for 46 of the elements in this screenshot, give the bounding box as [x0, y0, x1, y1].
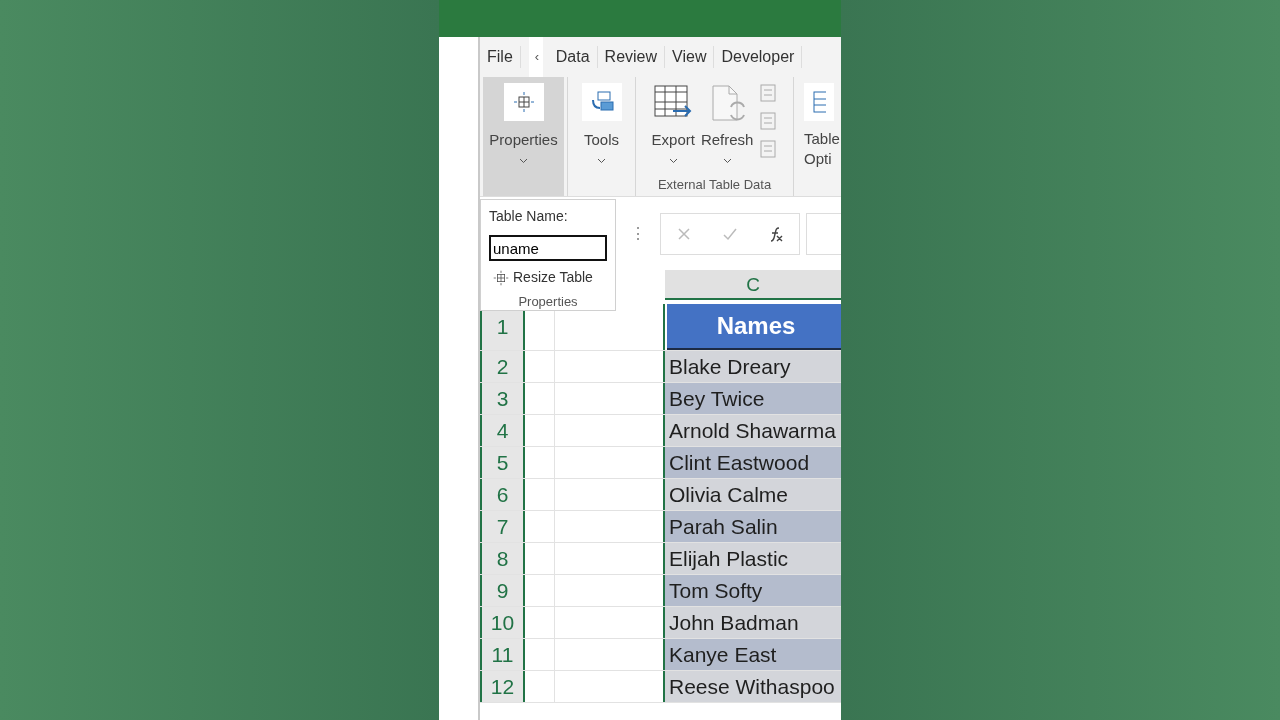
- ribbon-tab[interactable]: View: [665, 46, 715, 68]
- table-icon: [812, 90, 826, 114]
- function-icon[interactable]: [768, 225, 784, 242]
- table-resize-icon: [512, 91, 535, 113]
- list-icon[interactable]: [758, 83, 779, 103]
- field-label: Table Name:: [489, 207, 569, 226]
- row-header[interactable]: 10: [480, 607, 525, 638]
- table-resize-icon: [493, 269, 509, 286]
- row-header[interactable]: 7: [480, 511, 525, 542]
- table-cell: Olivia Calme: [665, 479, 841, 510]
- ribbon-tab[interactable]: Data: [548, 46, 598, 68]
- table-name-field[interactable]: uname: [489, 235, 607, 261]
- table-cell: Tom Softy: [665, 575, 841, 606]
- column-header[interactable]: C: [665, 270, 841, 300]
- row-header[interactable]: 3: [480, 383, 525, 414]
- grip-icon: ⋮: [630, 221, 646, 246]
- scroll-left-button[interactable]: ‹: [528, 37, 543, 77]
- table-cell: Blake Dreary: [665, 351, 841, 382]
- ribbon-tab[interactable]: Developer: [714, 46, 803, 68]
- ribbon-tab[interactable]: File: [480, 46, 521, 68]
- table-cell: Elijah Plastic: [665, 543, 841, 574]
- row-header[interactable]: 6: [480, 479, 525, 510]
- table-cell: Clint Eastwood: [665, 447, 841, 478]
- row-header[interactable]: 5: [480, 447, 525, 478]
- row-header[interactable]: 4: [480, 415, 525, 446]
- row-header[interactable]: 12: [480, 671, 525, 702]
- table-cell: Arnold Shawarma: [665, 415, 841, 446]
- row-header[interactable]: 11: [480, 639, 525, 670]
- table-cell: Reese Withaspoo: [665, 671, 841, 702]
- table-cell: Kanye East: [665, 639, 841, 670]
- tools-button[interactable]: Tools: [575, 77, 628, 166]
- row-header[interactable]: 8: [480, 543, 525, 574]
- properties-button[interactable]: Properties: [483, 77, 564, 196]
- cancel-icon[interactable]: [676, 225, 692, 242]
- resize-table-button[interactable]: Resize Table: [489, 261, 593, 288]
- row-header[interactable]: 2: [480, 351, 525, 382]
- table-cell: Parah Salin: [665, 511, 841, 542]
- row-header[interactable]: 9: [480, 575, 525, 606]
- table-cell: John Badman: [665, 607, 841, 638]
- table-header: Names: [667, 304, 841, 350]
- refresh-button[interactable]: Refresh: [699, 83, 755, 166]
- ribbon-tab[interactable]: Review: [597, 46, 666, 68]
- table-options-button[interactable]: Table Opti: [804, 83, 840, 169]
- group-label: External Table Data: [657, 175, 772, 194]
- table-cell: Bey Twice: [665, 383, 841, 414]
- export-button[interactable]: Export: [650, 83, 696, 166]
